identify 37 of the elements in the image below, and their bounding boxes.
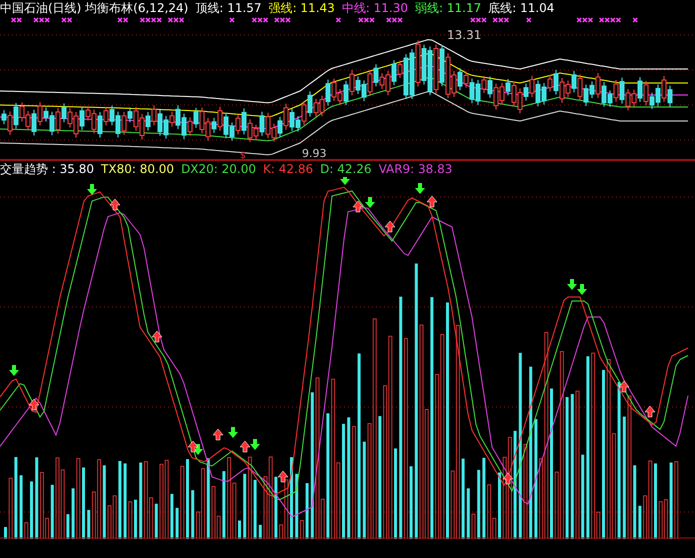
legend-text: 顶线: 11.57 [195,1,262,15]
up-arrow-icon [278,470,288,482]
legend-text: 底线: 11.04 [488,1,554,15]
legend-text: 中国石油(日线) 均衡布林(6,12,24) [0,1,188,15]
down-arrow-icon [567,279,577,290]
down-arrow-icon [340,177,350,185]
low-price-label: 9.93 [302,147,326,159]
signal-mark: $ [240,151,246,159]
legend-text: 交量趋势 : 35.80 [0,162,94,176]
legend-text: DX20: 20.00 [181,162,256,176]
down-arrow-icon [87,184,97,195]
legend-text: VAR9: 38.83 [378,162,452,176]
up-arrow-icon [426,196,438,208]
up-arrow-icon [152,330,162,342]
legend-text: TX80: 80.00 [101,162,174,176]
up-arrow-icon [212,428,224,440]
up-arrow-icon [502,472,514,484]
up-arrow-icon [352,200,364,212]
up-arrow-icon [28,398,40,410]
down-arrow-icon [365,197,375,208]
legend-text: D: 42.26 [320,162,372,176]
up-arrow-icon [644,406,656,418]
down-arrow-icon [9,365,19,376]
down-arrow-icon [228,427,238,438]
up-arrow-icon [618,380,630,392]
legend-text: 中线: 11.30 [342,1,408,15]
down-arrow-icon [577,284,587,295]
up-arrow-icon [110,198,120,210]
legend-text: K: 42.86 [263,162,314,176]
high-price-label: 13.31 [447,28,482,42]
down-arrow-icon [250,439,260,450]
legend-text: 弱线: 11.17 [415,1,482,15]
down-arrow-icon [415,183,425,194]
up-arrow-icon [240,440,250,452]
up-arrow-icon [384,220,396,232]
up-arrow-icon [188,440,198,452]
legend-text: 强线: 11.43 [268,1,335,15]
